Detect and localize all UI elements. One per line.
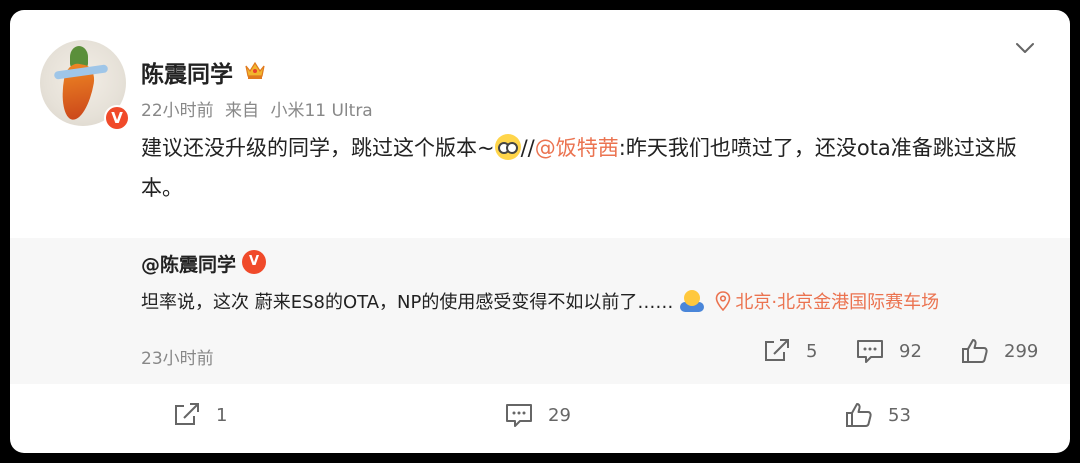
like-count: 53 bbox=[888, 404, 911, 426]
quoted-username[interactable]: @陈震同学 bbox=[141, 250, 236, 277]
quoted-like-button[interactable]: 299 bbox=[960, 338, 1038, 364]
source-prefix: 来自 bbox=[225, 101, 260, 121]
crown-icon bbox=[245, 61, 265, 79]
post-time: 22小时前 bbox=[141, 101, 214, 121]
like-button[interactable]: 53 bbox=[844, 402, 911, 428]
repost-icon bbox=[175, 403, 199, 425]
quoted-text-row: 坦率说，这次 蔚来ES8的OTA，NP的使用感受变得不如以前了…… 北京·北京金… bbox=[141, 288, 939, 314]
chevron-down-icon[interactable] bbox=[1012, 38, 1038, 58]
weibo-post-card: V 陈震同学 22小时前 来自 小米11 Ultra 建议还没升级的同学，跳过这… bbox=[10, 10, 1070, 453]
comment-icon bbox=[857, 340, 883, 363]
mention-link[interactable]: @饭特茜 bbox=[535, 136, 619, 160]
quoted-repost-button[interactable]: 5 bbox=[762, 338, 817, 364]
quoted-post[interactable]: @陈震同学 V 坦率说，这次 蔚来ES8的OTA，NP的使用感受变得不如以前了…… bbox=[10, 238, 1070, 384]
comment-icon bbox=[506, 404, 532, 427]
quoted-username-row: @陈震同学 V bbox=[141, 249, 267, 277]
like-icon bbox=[962, 339, 988, 363]
verified-badge: V bbox=[104, 105, 130, 131]
repost-count: 1 bbox=[216, 404, 228, 426]
quoted-comment-count: 92 bbox=[899, 340, 922, 362]
location-link[interactable]: 北京·北京金港国际赛车场 bbox=[735, 288, 939, 314]
post-meta: 22小时前 来自 小米11 Ultra bbox=[141, 96, 379, 121]
comment-button[interactable]: 29 bbox=[504, 402, 571, 428]
glasses-emoji-icon bbox=[494, 134, 521, 160]
quoted-like-count: 299 bbox=[1004, 340, 1039, 362]
post-actions: 1 29 53 bbox=[10, 402, 1070, 442]
username[interactable]: 陈震同学 bbox=[141, 55, 233, 89]
quoted-actions: 5 92 299 bbox=[10, 338, 1070, 368]
hug-emoji-icon bbox=[679, 288, 705, 314]
comment-count: 29 bbox=[548, 404, 571, 426]
post-text-part2: // bbox=[520, 136, 535, 160]
quoted-verified-badge: V bbox=[242, 249, 267, 274]
quoted-comment-button[interactable]: 92 bbox=[855, 338, 922, 364]
quoted-text: 坦率说，这次 蔚来ES8的OTA，NP的使用感受变得不如以前了…… bbox=[141, 292, 674, 313]
post-text-part1: 建议还没升级的同学，跳过这个版本~ bbox=[141, 136, 495, 160]
location-pin-icon bbox=[716, 291, 731, 311]
repost-button[interactable]: 1 bbox=[172, 402, 227, 428]
post-text: 建议还没升级的同学，跳过这个版本~//@饭特茜:昨天我们也喷过了，还没ota准备… bbox=[141, 128, 1041, 208]
source-device[interactable]: 小米11 Ultra bbox=[270, 101, 372, 121]
quoted-repost-count: 5 bbox=[806, 340, 818, 362]
repost-icon bbox=[765, 339, 789, 361]
like-icon bbox=[846, 403, 872, 427]
